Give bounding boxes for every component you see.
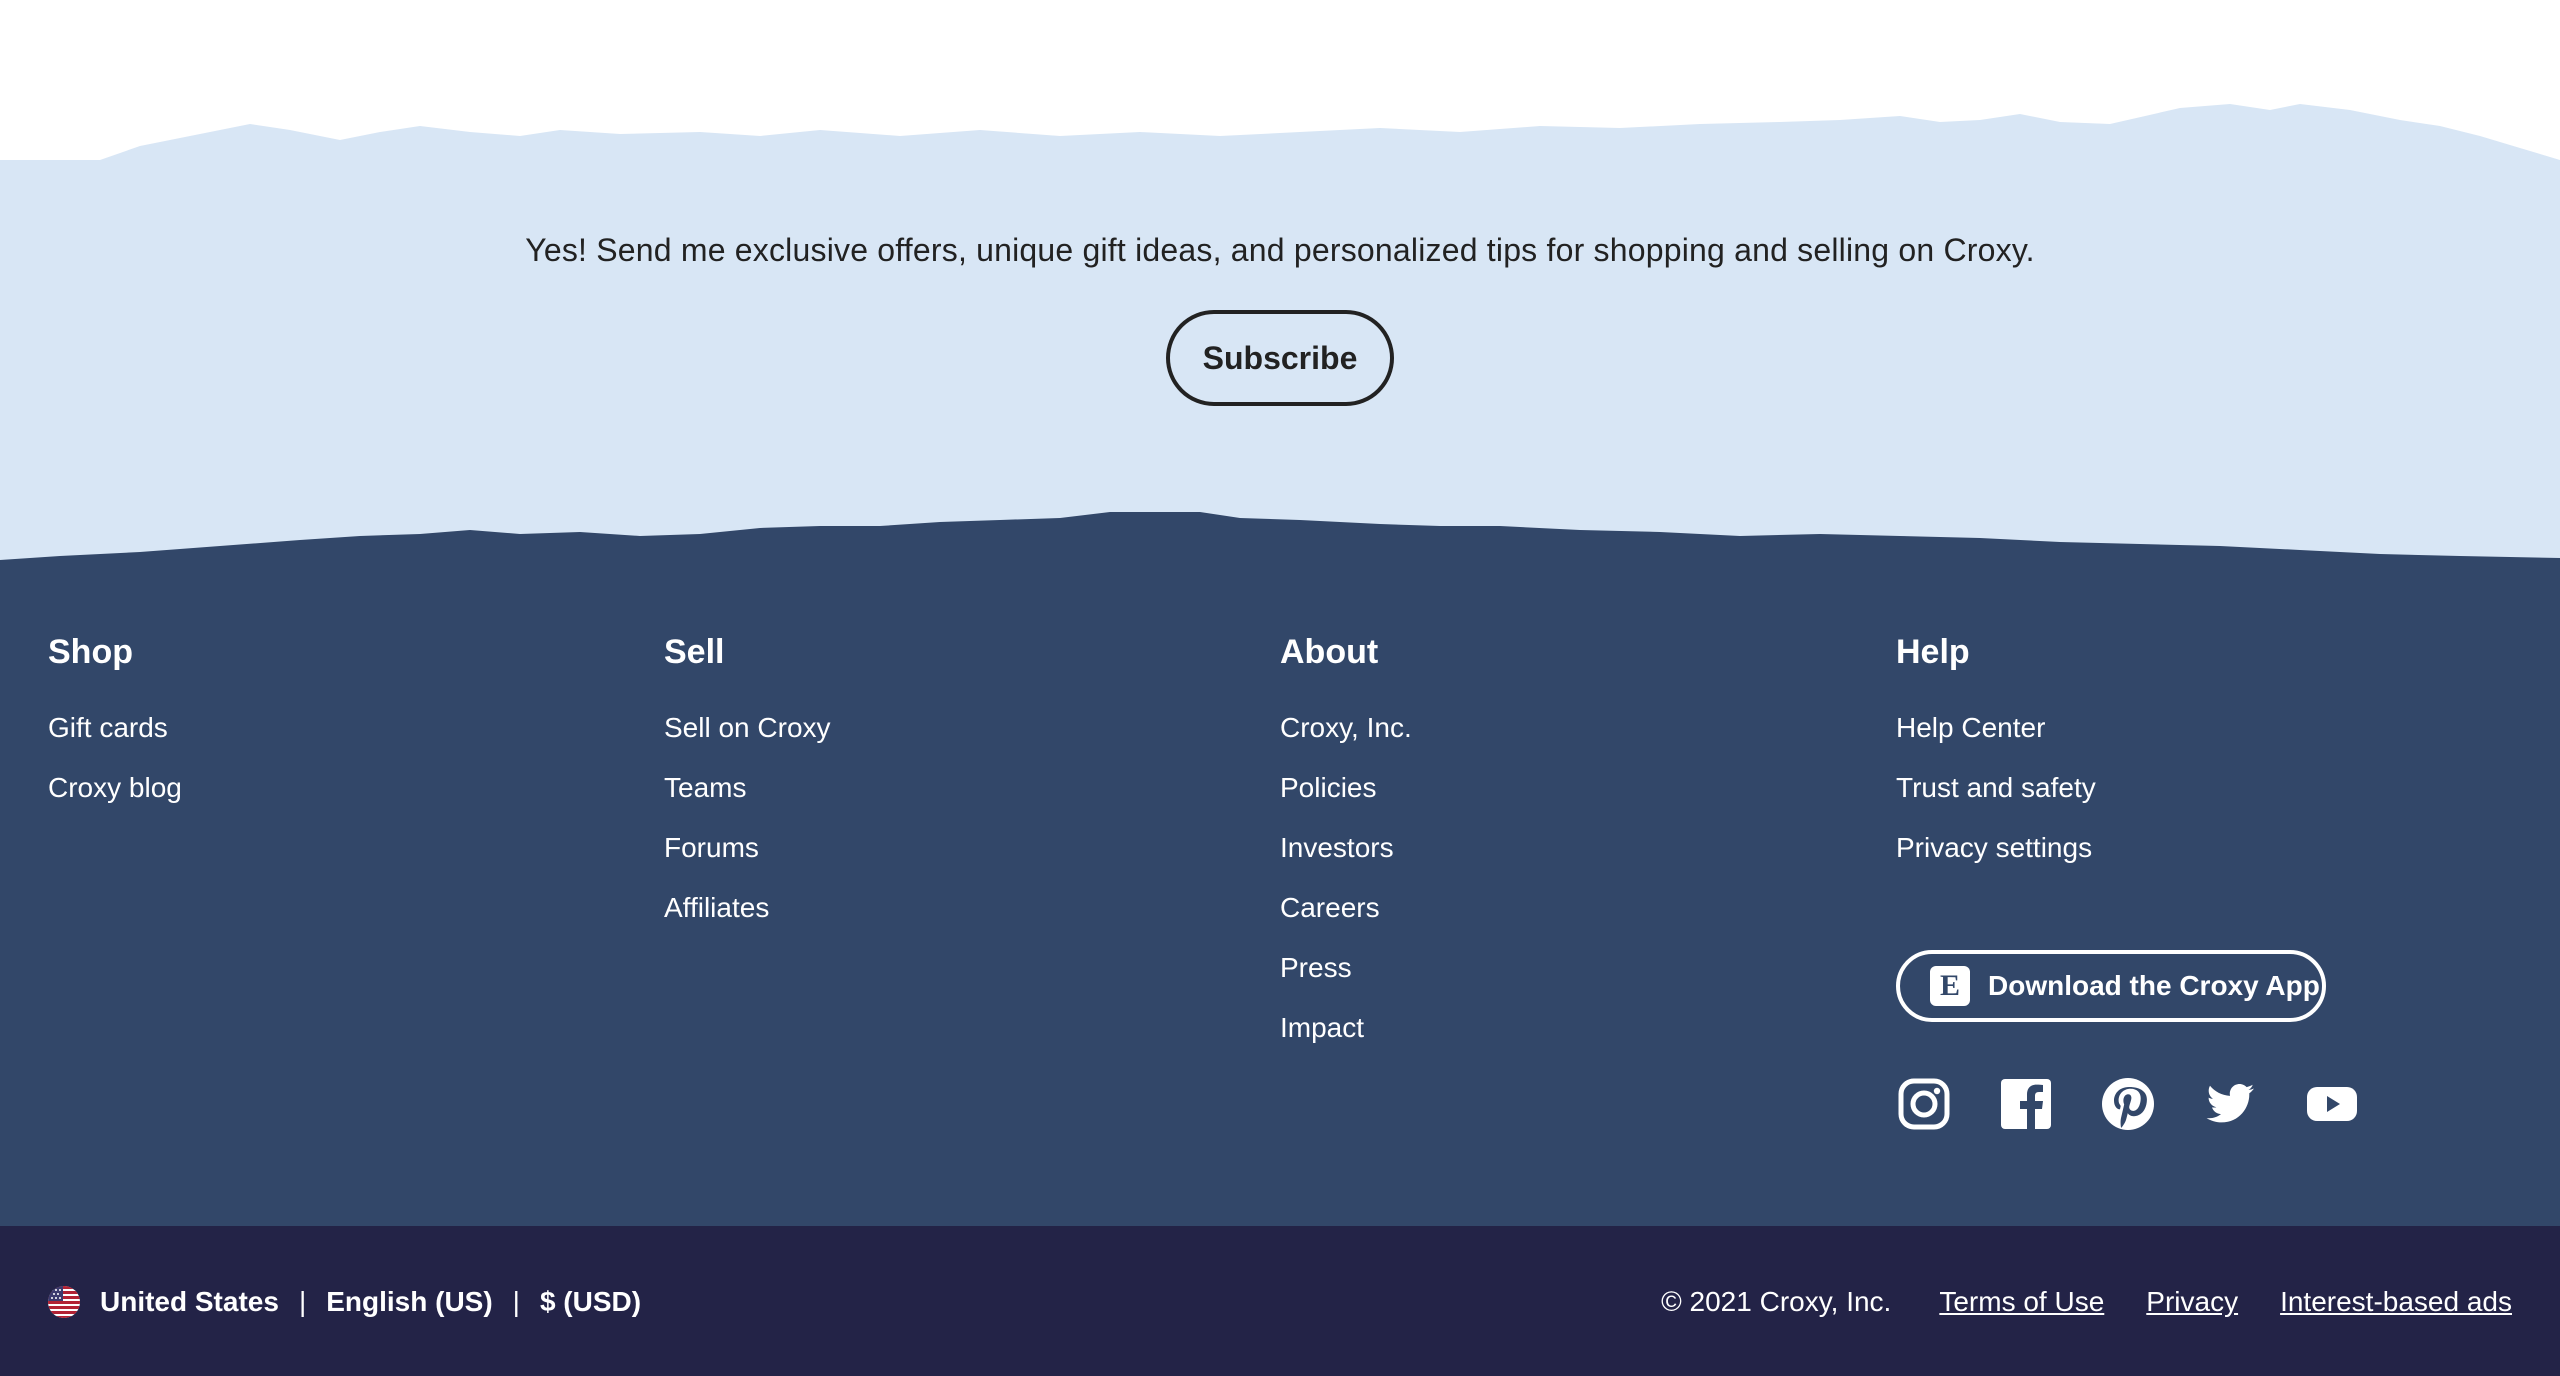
us-flag-icon [48,1286,80,1318]
footer-link-careers[interactable]: Careers [1280,888,1412,948]
footer-link-privacy-settings[interactable]: Privacy settings [1896,828,2096,888]
footer-link-croxy-blog[interactable]: Croxy blog [48,768,182,828]
footer-link-affiliates[interactable]: Affiliates [664,888,831,948]
footer-heading-sell: Sell [664,633,725,671]
footer-column-shop: Shop Gift cards Croxy blog [48,632,182,828]
footer-link-impact[interactable]: Impact [1280,1008,1412,1068]
terms-of-use-link[interactable]: Terms of Use [1939,1286,2104,1318]
locale-separator: | [298,1286,307,1317]
footer-column-sell: Sell Sell on Croxy Teams Forums Affiliat… [664,632,831,948]
ridge-divider-top [0,104,2560,166]
footer-heading-about: About [1280,633,1379,671]
footer-link-teams[interactable]: Teams [664,768,831,828]
page-top-area [0,0,2560,110]
subscribe-button[interactable]: Subscribe [1166,310,1394,406]
footer-link-trust-and-safety[interactable]: Trust and safety [1896,768,2096,828]
copyright-text: © 2021 Croxy, Inc. [1661,1286,1892,1317]
social-links [1896,1076,2406,1132]
youtube-icon[interactable] [2304,1076,2360,1132]
country-label: United States [100,1286,279,1317]
newsletter-text: Yes! Send me exclusive offers, unique gi… [525,232,2035,268]
download-app-button[interactable]: E Download the Croxy App [1896,950,2326,1022]
footer-link-croxy-inc[interactable]: Croxy, Inc. [1280,708,1412,768]
footer-link-gift-cards[interactable]: Gift cards [48,708,182,768]
twitter-icon[interactable] [2202,1076,2258,1132]
footer-column-about: About Croxy, Inc. Policies Investors Car… [1280,632,1412,1068]
footer-link-help-center[interactable]: Help Center [1896,708,2096,768]
footer-link-forums[interactable]: Forums [664,828,831,888]
footer-heading-shop: Shop [48,633,133,671]
footer-link-press[interactable]: Press [1280,948,1412,1008]
language-label: English (US) [326,1286,493,1317]
currency-label: $ (USD) [539,1286,642,1317]
ridge-divider-bottom [0,512,2560,562]
footer-link-investors[interactable]: Investors [1280,828,1412,888]
locale-settings-button[interactable]: United States | English (US) | $ (USD) [48,1282,641,1322]
legal-links: © 2021 Croxy, Inc. Terms of Use Privacy … [1661,1282,2512,1322]
footer-link-sell-on-croxy[interactable]: Sell on Croxy [664,708,831,768]
interest-based-ads-link[interactable]: Interest-based ads [2280,1286,2512,1318]
footer-heading-help: Help [1896,633,1970,671]
instagram-icon[interactable] [1896,1076,1952,1132]
footer-link-policies[interactable]: Policies [1280,768,1412,828]
download-app-label: Download the Croxy App [1988,970,2320,1001]
croxy-app-icon: E [1930,966,1970,1006]
facebook-icon[interactable] [1998,1076,2054,1132]
locale-separator: | [512,1286,520,1317]
privacy-link[interactable]: Privacy [2146,1286,2238,1318]
footer-column-help: Help Help Center Trust and safety Privac… [1896,632,2096,888]
pinterest-icon[interactable] [2100,1076,2156,1132]
